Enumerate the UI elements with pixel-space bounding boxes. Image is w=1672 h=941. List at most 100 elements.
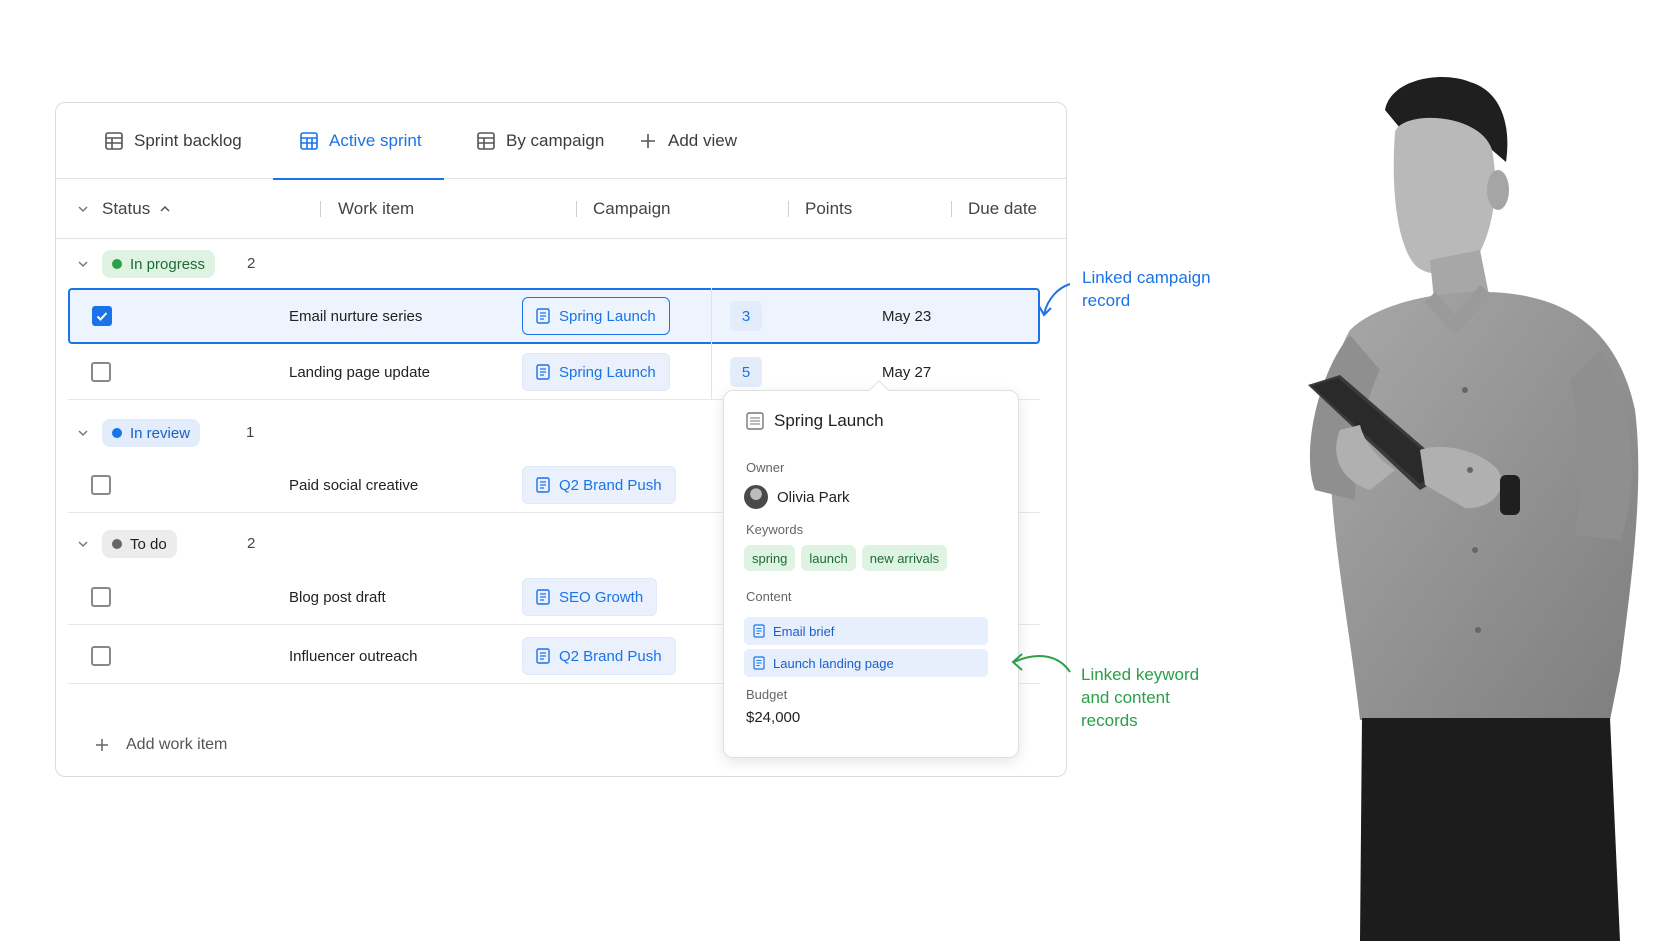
status-badge: To do: [102, 530, 177, 558]
work-item-name: Influencer outreach: [289, 647, 418, 665]
popover-title[interactable]: Spring Launch: [746, 411, 884, 431]
points-badge[interactable]: 3: [730, 301, 762, 331]
keyword-chip[interactable]: new arrivals: [861, 545, 948, 571]
tab-sprint-backlog[interactable]: Sprint backlog: [104, 103, 242, 179]
column-campaign[interactable]: Campaign: [593, 179, 671, 239]
owner-value[interactable]: Olivia Park: [744, 485, 850, 509]
document-icon: [536, 589, 550, 605]
content-record[interactable]: Email brief: [744, 617, 988, 645]
work-item-name: Blog post draft: [289, 588, 386, 606]
due-date: May 23: [882, 307, 932, 325]
content-label: Content: [746, 589, 792, 604]
work-item-name: Email nurture series: [289, 307, 423, 325]
row-checkbox[interactable]: [91, 587, 111, 607]
column-points[interactable]: Points: [805, 179, 852, 239]
tab-label: By campaign: [506, 131, 605, 150]
row-checkbox[interactable]: [91, 362, 111, 382]
plus-icon: [96, 739, 108, 751]
keyword-list: spring launch new arrivals: [744, 545, 948, 571]
view-tabs: Sprint backlog Active sprint By campaign…: [56, 103, 1066, 180]
add-view-button[interactable]: Add view: [638, 103, 737, 179]
column-divider: [576, 201, 577, 217]
work-item-name: Landing page update: [289, 363, 430, 381]
tab-label: Active sprint: [329, 131, 422, 150]
column-due-date[interactable]: Due date: [968, 179, 1037, 239]
table-icon: [300, 132, 318, 150]
status-dot: [112, 539, 122, 549]
owner-name: Olivia Park: [777, 488, 850, 506]
keywords-label: Keywords: [746, 522, 804, 537]
content-record[interactable]: Launch landing page: [744, 649, 988, 677]
keyword-chip[interactable]: launch: [801, 545, 856, 571]
status-badge: In progress: [102, 250, 216, 278]
document-icon: [536, 477, 550, 493]
chevron-down-icon: [78, 261, 88, 268]
arrow-icon: [1011, 653, 1071, 673]
row-checkbox[interactable]: [91, 475, 111, 495]
document-icon: [753, 624, 765, 638]
owner-label: Owner: [746, 460, 785, 475]
status-label: To do: [130, 535, 167, 553]
table-row[interactable]: Email nurture series Spring Launch 3 May…: [68, 288, 1040, 344]
column-divider: [320, 201, 321, 217]
campaign-name: Spring Launch: [559, 363, 656, 381]
campaign-preview-popover: Spring Launch Owner Olivia Park Keywords…: [723, 380, 1019, 758]
table-icon: [746, 412, 764, 430]
budget-value: $24,000: [746, 709, 801, 726]
campaign-chip[interactable]: Q2 Brand Push: [522, 637, 676, 675]
document-icon: [536, 308, 550, 324]
sort-ascending-icon: [160, 205, 170, 212]
table-icon: [105, 132, 123, 150]
arrow-icon: [1038, 283, 1071, 317]
content-record-name: Email brief: [773, 623, 835, 639]
add-work-item-label: Add work item: [126, 736, 228, 753]
row-checkbox[interactable]: [91, 646, 111, 666]
chevron-down-icon: [78, 206, 88, 213]
campaign-name: Q2 Brand Push: [559, 647, 662, 665]
plus-icon: [641, 134, 655, 148]
group-header-in-progress[interactable]: In progress 2: [56, 239, 1066, 289]
column-work-item[interactable]: Work item: [338, 179, 414, 239]
checkmark-icon: [96, 312, 108, 321]
content-record-name: Launch landing page: [773, 655, 894, 671]
column-label: Status: [102, 199, 151, 218]
tab-label: Sprint backlog: [134, 131, 242, 150]
tab-active-sprint[interactable]: Active sprint: [273, 103, 444, 180]
group-count: 1: [246, 424, 255, 441]
document-icon: [536, 364, 550, 380]
campaign-name: Q2 Brand Push: [559, 476, 662, 494]
column-header-row: Status Work item Campaign Points Due dat…: [56, 179, 1066, 239]
group-count: 2: [247, 535, 256, 552]
column-status[interactable]: Status: [76, 179, 172, 239]
column-label: Points: [805, 199, 853, 218]
avatar: [744, 485, 768, 509]
row-checkbox[interactable]: [92, 306, 112, 326]
add-work-item-button[interactable]: Add work item: [94, 725, 227, 765]
cell-divider: [711, 344, 712, 400]
campaign-chip[interactable]: SEO Growth: [522, 578, 658, 616]
tab-label: Add view: [668, 131, 737, 150]
chevron-down-icon: [78, 430, 88, 437]
status-dot: [112, 259, 122, 269]
campaign-name: SEO Growth: [559, 588, 644, 606]
status-badge: In review: [102, 419, 201, 447]
group-count: 2: [247, 255, 256, 272]
status-dot: [112, 428, 122, 438]
campaign-chip[interactable]: Spring Launch: [522, 353, 670, 391]
cell-divider: [711, 288, 712, 344]
table-icon: [477, 132, 495, 150]
document-icon: [753, 656, 765, 670]
chevron-down-icon: [78, 541, 88, 548]
column-label: Work item: [338, 199, 415, 218]
campaign-chip[interactable]: Q2 Brand Push: [522, 466, 676, 504]
campaign-chip[interactable]: Spring Launch: [522, 297, 670, 335]
document-icon: [536, 648, 550, 664]
column-divider: [788, 201, 789, 217]
column-label: Due date: [968, 199, 1037, 218]
budget-label: Budget: [746, 687, 788, 702]
campaign-name: Spring Launch: [559, 307, 656, 325]
status-label: In review: [130, 424, 191, 442]
tab-by-campaign[interactable]: By campaign: [476, 103, 604, 179]
points-badge[interactable]: 5: [730, 357, 762, 387]
keyword-chip[interactable]: spring: [744, 545, 796, 571]
